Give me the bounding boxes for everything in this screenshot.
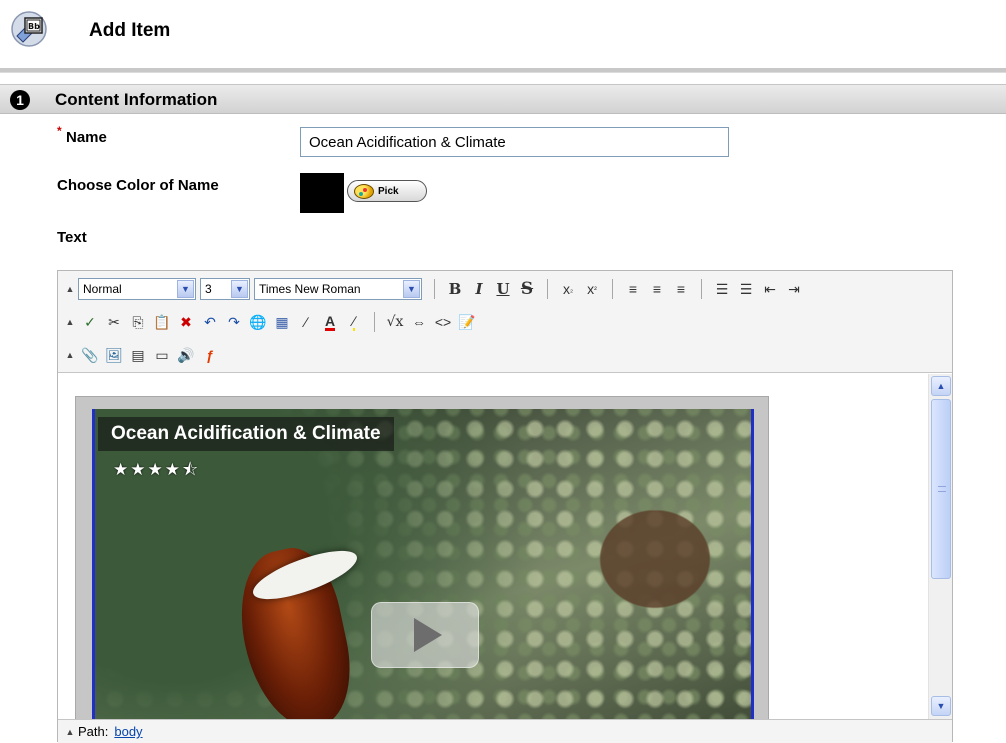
header-divider [0,68,1006,73]
underline-button[interactable]: U [491,278,515,300]
redo-icon[interactable]: ↷ [222,311,246,333]
align-left-icon[interactable]: ≡ [621,278,645,300]
font-size-select-value: 3 [205,282,212,296]
indent-icon[interactable]: ⇥ [782,278,806,300]
insert-link-icon[interactable]: 🌐 [246,311,270,333]
insert-table-icon[interactable]: ▦ [270,311,294,333]
scroll-up-icon[interactable]: ▲ [931,376,951,396]
chevron-down-icon: ▼ [403,280,420,298]
name-label: Name [66,129,107,146]
strikethrough-button[interactable]: S [515,278,539,300]
subscript-icon[interactable]: x₂ [556,278,580,300]
text-label: Text [57,229,87,246]
html-source-icon[interactable]: <> [431,311,455,333]
editor-content-area[interactable]: Ocean Acidification & Climate ★★★★⯪ [58,374,952,719]
spellcheck-icon[interactable]: ✓ [78,311,102,333]
toolbar-separator [612,279,613,299]
highlight-color-icon[interactable]: ∕ [342,311,366,333]
palette-icon [354,183,374,199]
align-right-icon[interactable]: ≡ [669,278,693,300]
format-select-value: Normal [83,282,122,296]
draw-line-icon[interactable]: ∕ [294,311,318,333]
page-title: Add Item [89,20,171,41]
toolbar-row-3: ▲ 📎 🖼 ▤ ▭ 🔊 ƒ [58,341,222,369]
path-label: Path: [78,724,109,739]
toolbar-separator [547,279,548,299]
cut-icon[interactable]: ✂ [102,311,126,333]
bold-button[interactable]: B [443,278,467,300]
undo-icon[interactable]: ↶ [198,311,222,333]
format-select[interactable]: Normal ▼ [78,278,196,300]
step-number-badge: 1 [10,90,30,110]
font-family-select[interactable]: Times New Roman ▼ [254,278,422,300]
toolbar-separator [434,279,435,299]
insert-audio-icon[interactable]: 🔊 [174,344,198,366]
remove-format-icon[interactable]: ✖ [174,311,198,333]
path-body-link[interactable]: body [114,724,142,739]
embedded-video-frame: Ocean Acidification & Climate ★★★★⯪ [75,396,769,719]
video-player[interactable]: Ocean Acidification & Climate ★★★★⯪ [92,409,754,719]
edit-document-icon[interactable]: 📝 [455,311,479,333]
collapse-row-icon[interactable]: ▲ [62,284,78,294]
section-header-content-information: 1 Content Information [0,84,1006,114]
scrollbar-thumb[interactable] [931,399,951,579]
scroll-down-icon[interactable]: ▼ [931,696,951,716]
toolbar-separator [374,312,375,332]
copy-icon[interactable]: ⎘ [126,311,150,333]
chevron-down-icon: ▼ [231,280,248,298]
required-marker: * [57,124,62,138]
text-editor: ▲ Normal ▼ 3 ▼ Times New Roman ▼ B I U S… [57,270,953,743]
text-color-icon[interactable]: A [318,311,342,333]
math-equation-icon[interactable]: √x [383,311,407,333]
play-icon [414,618,442,652]
color-label: Choose Color of Name [57,177,219,194]
video-title: Ocean Acidification & Climate [98,417,394,451]
play-button[interactable] [371,602,479,668]
toolbar-row-1: ▲ Normal ▼ 3 ▼ Times New Roman ▼ B I U S… [58,275,806,303]
svg-text:Bb: Bb [28,22,40,31]
paste-icon[interactable]: 📋 [150,311,174,333]
video-rating-stars: ★★★★⯪ [113,460,201,479]
pick-button-label: Pick [378,185,399,197]
collapse-status-icon[interactable]: ▲ [62,727,78,737]
bulleted-list-icon[interactable]: ☰ [734,278,758,300]
superscript-icon[interactable]: x² [580,278,604,300]
insert-media-icon[interactable]: ▤ [126,344,150,366]
name-input[interactable] [300,127,729,157]
font-family-select-value: Times New Roman [259,282,361,296]
vertical-scrollbar[interactable]: ▲ ▼ [928,374,952,719]
scrollbar-grip [938,486,946,492]
collapse-row-icon[interactable]: ▲ [62,317,78,327]
chevron-down-icon: ▼ [177,280,194,298]
insert-anchor-icon[interactable]: ⇔ [407,311,431,333]
attach-file-icon[interactable]: 📎 [78,344,102,366]
toolbar-row-2: ▲ ✓ ✂ ⎘ 📋 ✖ ↶ ↷ 🌐 ▦ ∕ A ∕ √x ⇔ <> 📝 [58,308,479,336]
align-center-icon[interactable]: ≡ [645,278,669,300]
numbered-list-icon[interactable]: ☰ [710,278,734,300]
color-swatch [300,173,344,213]
collapse-row-icon[interactable]: ▲ [62,350,78,360]
insert-document-icon[interactable]: ▭ [150,344,174,366]
toolbar-separator [701,279,702,299]
section-title: Content Information [55,90,218,109]
font-size-select[interactable]: 3 ▼ [200,278,250,300]
outdent-icon[interactable]: ⇤ [758,278,782,300]
italic-button[interactable]: I [467,278,491,300]
pick-color-button[interactable]: Pick [347,180,427,202]
insert-image-icon[interactable]: 🖼 [102,344,126,366]
blackboard-item-icon: Bb [10,10,48,48]
editor-status-bar: ▲ Path: body [58,719,952,743]
editor-toolbar: ▲ Normal ▼ 3 ▼ Times New Roman ▼ B I U S… [58,271,952,373]
insert-flash-icon[interactable]: ƒ [198,344,222,366]
page-header: Bb Add Item [0,0,1006,68]
